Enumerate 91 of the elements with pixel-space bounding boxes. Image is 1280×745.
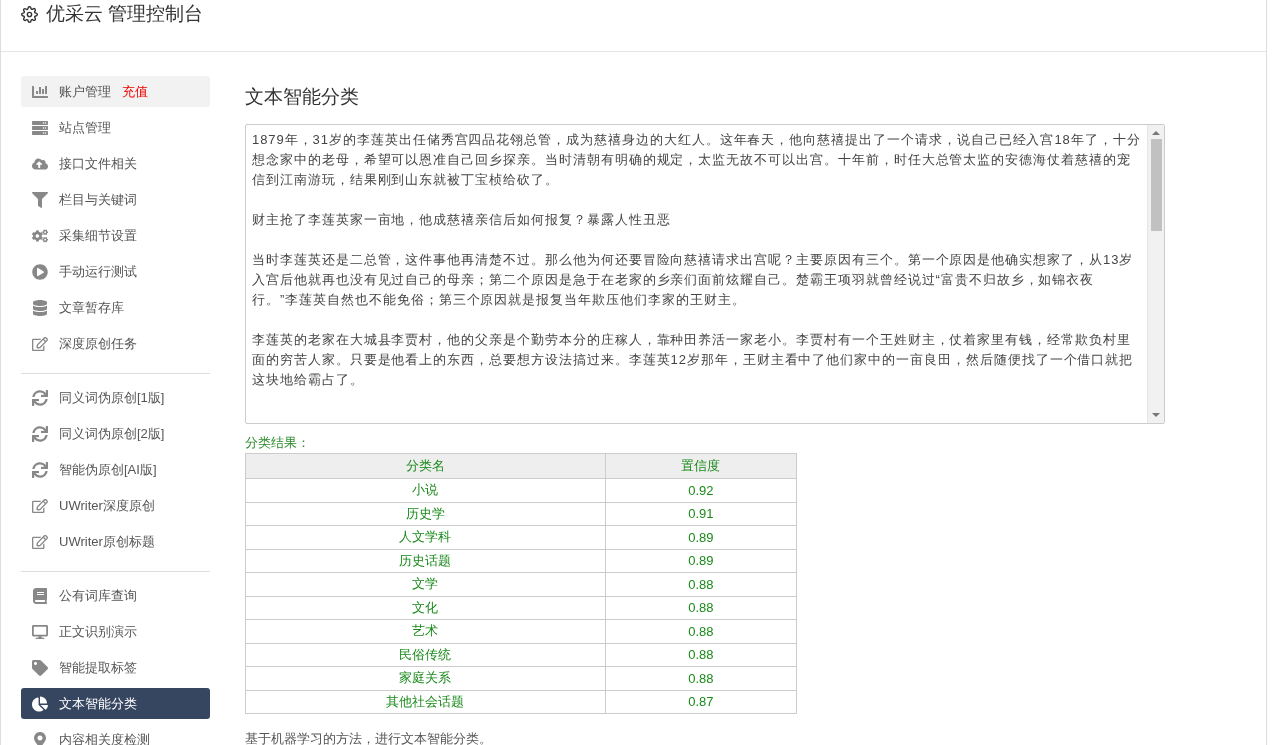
settings-icon: [21, 6, 38, 23]
table-cell: 0.89: [605, 549, 797, 573]
app-title: 优采云 管理控制台: [46, 2, 204, 26]
column-header: 置信度: [605, 453, 797, 479]
refresh-icon: [32, 389, 48, 406]
table-cell: 0.87: [605, 690, 797, 714]
sidebar-label: 栏目与关键词: [59, 190, 137, 209]
refresh-icon: [32, 425, 48, 442]
sidebar-label: 智能提取标签: [59, 658, 137, 677]
table-cell: 人文学科: [245, 525, 606, 549]
table-cell: 民俗传统: [245, 643, 606, 667]
refresh-icon: [32, 461, 48, 478]
sidebar-label: 文本智能分类: [59, 694, 137, 713]
result-label: 分类结果：: [245, 434, 311, 452]
sidebar-label: UWriter原创标题: [59, 532, 155, 551]
scroll-down-icon[interactable]: [1152, 411, 1160, 419]
tag-icon: [32, 659, 48, 676]
table-cell: 小说: [245, 478, 606, 502]
sidebar-label: 账户管理: [59, 82, 111, 101]
sidebar-item[interactable]: 同义词伪原创[1版]: [21, 382, 210, 413]
sidebar-label: 采集细节设置: [59, 226, 137, 245]
table-cell: 0.88: [605, 643, 797, 667]
sidebar-item[interactable]: 手动运行测试: [21, 256, 210, 287]
sidebar-label: 手动运行测试: [59, 262, 137, 281]
sidebar-item[interactable]: 智能伪原创[AI版]: [21, 454, 210, 485]
table-cell: 0.91: [605, 502, 797, 526]
column-header: 分类名: [245, 453, 606, 479]
sidebar-item[interactable]: 账户管理 充值: [21, 76, 210, 107]
table-cell: 文学: [245, 572, 606, 596]
cloud-upload-icon: [32, 155, 48, 172]
input-paragraph: 当时李莲英还是二总管，这件事他再清楚不过。那么他为何还要冒险向慈禧请求出宫呢？主要原因有三个。第一个原因是他确实想家了，从13岁入宫后他就再也没有见过自己的母亲；第二个原因是急于在老家的乡亲们面前炫耀自己。楚霸王项羽就曾经说过“富贵不归故乡，如锦衣夜行。”李莲英自然也不能免俗；第三个原因就是报复当年欺压他们李家的王财主。: [252, 251, 1135, 309]
page-title: 文本智能分类: [245, 85, 360, 109]
table-cell: 文化: [245, 596, 606, 620]
sidebar-label: 同义词伪原创[2版]: [59, 424, 165, 443]
text-input-area[interactable]: [245, 124, 1165, 424]
table-cell: 0.88: [605, 572, 797, 596]
table-cell: 0.88: [605, 666, 797, 690]
sidebar-label: 站点管理: [59, 118, 111, 137]
sidebar-item[interactable]: 栏目与关键词: [21, 184, 210, 215]
sidebar-label: 正文识别演示: [59, 622, 137, 641]
database-icon: [32, 299, 48, 316]
sidebar-label: UWriter深度原创: [59, 496, 155, 515]
sidebar-item[interactable]: 内容相关度检测: [21, 724, 210, 745]
scroll-thumb[interactable]: [1150, 139, 1162, 231]
edit-icon: [32, 533, 48, 550]
bar-chart-icon: [32, 83, 48, 100]
monitor-icon: [32, 623, 48, 640]
sidebar-item[interactable]: 公有词库查询: [21, 580, 210, 611]
table-cell: 0.88: [605, 596, 797, 620]
table-cell: 历史话题: [245, 549, 606, 573]
table-cell: 0.88: [605, 619, 797, 643]
table-cell: 历史学: [245, 502, 606, 526]
filter-icon: [32, 191, 48, 208]
sidebar-label: 接口文件相关: [59, 154, 137, 173]
pie-chart-icon: [32, 695, 48, 712]
play-icon: [32, 263, 48, 280]
table-cell: 家庭关系: [245, 666, 606, 690]
server-icon: [32, 119, 48, 136]
table-cell: 艺术: [245, 619, 606, 643]
sidebar-item[interactable]: 文本智能分类: [21, 688, 210, 719]
sidebar-item[interactable]: 正文识别演示: [21, 616, 210, 647]
scrollbar[interactable]: [1147, 125, 1164, 423]
book-icon: [32, 587, 48, 604]
sidebar-label: 同义词伪原创[1版]: [59, 388, 165, 407]
sidebar-item[interactable]: 同义词伪原创[2版]: [21, 418, 210, 449]
table-cell: 其他社会话题: [245, 690, 606, 714]
edit-icon: [32, 335, 48, 352]
input-paragraph: 李莲英的老家在大城县李贾村，他的父亲是个勤劳本分的庄稼人，靠种田养活一家老小。李贾村有一个王姓财主，仗着家里有钱，经常欺负村里面的穷苦人家。只要是他看上的东西，总要想方设法搞过来。李莲英12岁那年，王财主看中了他们家中的一亩良田，然后随便找了一个借口就把这块地给霸占了。: [252, 331, 1135, 389]
input-paragraph: 财主抢了李莲英家一亩地，他成慈禧亲信后如何报复？暴露人性丑恶: [252, 211, 672, 229]
sidebar-label: 内容相关度检测: [59, 730, 150, 745]
table-cell: 0.92: [605, 478, 797, 502]
pin-icon: [32, 731, 48, 745]
gears-icon: [32, 227, 48, 244]
sidebar-item[interactable]: UWriter深度原创: [21, 490, 210, 521]
input-paragraph: 1879年，31岁的李莲英出任储秀宫四品花翎总管，成为慈禧身边的大红人。这年春天，他向慈禧提出了一个请求，说自己已经入宫18年了，十分想念家中的老母，希望可以恩准自己回乡探亲。当时清朝有明确的规定，太监无故不可以出宫。十年前，时任大总管太监的安德海仗着慈禧的宠信到江南游玩，结果刚到山东就被丁宝桢给砍了。: [252, 131, 1141, 189]
sidebar-item[interactable]: 接口文件相关: [21, 148, 210, 179]
sidebar-item[interactable]: 智能提取标签: [21, 652, 210, 683]
sidebar-label: 智能伪原创[AI版]: [59, 460, 157, 479]
description-text: 基于机器学习的方法，进行文本智能分类。: [245, 730, 493, 745]
sidebar-label: 深度原创任务: [59, 334, 137, 353]
sidebar-item[interactable]: UWriter原创标题: [21, 526, 210, 557]
sidebar-item[interactable]: 文章暂存库: [21, 292, 210, 323]
sidebar-label: 公有词库查询: [59, 586, 137, 605]
sidebar-item[interactable]: 深度原创任务: [21, 328, 210, 359]
table-cell: 0.89: [605, 525, 797, 549]
sidebar-item[interactable]: 站点管理: [21, 112, 210, 143]
sidebar-item[interactable]: 采集细节设置: [21, 220, 210, 251]
scroll-up-icon[interactable]: [1152, 129, 1160, 137]
sidebar-label: 文章暂存库: [59, 298, 124, 317]
recharge-link[interactable]: 充值: [122, 82, 148, 101]
edit-icon: [32, 497, 48, 514]
